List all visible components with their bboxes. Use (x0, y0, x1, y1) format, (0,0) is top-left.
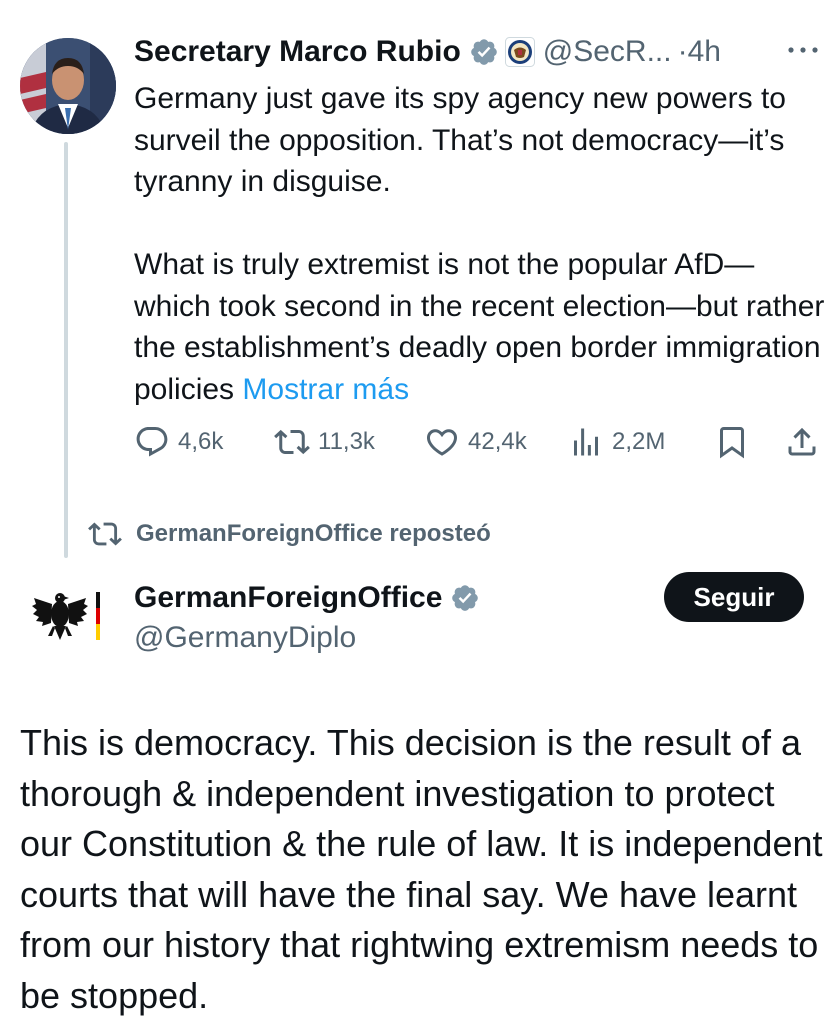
tweet-header: Secretary Marco Rubio @SecR... · 4h (134, 32, 721, 72)
repost-icon (274, 429, 310, 455)
avatar-photo (20, 38, 116, 134)
tweet-timestamp[interactable]: 4h (688, 35, 721, 69)
author-name[interactable]: Secretary Marco Rubio (134, 35, 461, 69)
tweet-paragraph-2-text: What is truly extremist is not the popul… (134, 248, 825, 406)
follow-button[interactable]: Seguir (664, 572, 804, 622)
tweet-paragraph-2: What is truly extremist is not the popul… (134, 244, 828, 410)
share-icon (788, 427, 816, 456)
reply-body: This is democracy. This decision is the … (20, 722, 823, 1016)
tweet-action-bar: 4,6k 11,3k 42,4k 2,2M (134, 422, 824, 462)
reply-button[interactable]: 4,6k (134, 422, 223, 462)
heart-icon (426, 429, 458, 456)
author-avatar[interactable] (20, 38, 116, 134)
tweet-body: Germany just gave its spy agency new pow… (134, 78, 828, 410)
reply-author-row: GermanForeignOffice (134, 578, 480, 618)
verified-badge-icon[interactable] (450, 583, 480, 613)
repost-banner-text: GermanForeignOffice reposteó (136, 520, 491, 547)
separator-dot: · (677, 35, 688, 68)
like-count: 42,4k (468, 428, 527, 455)
repost-button[interactable]: 11,3k (274, 422, 375, 462)
views-button[interactable]: 2,2M (568, 422, 665, 462)
verified-badge-icon[interactable] (469, 37, 499, 67)
views-icon (574, 428, 598, 456)
federal-eagle-logo-icon[interactable] (30, 590, 104, 646)
repost-count: 11,3k (318, 428, 375, 455)
reply-author-name[interactable]: GermanForeignOffice (134, 581, 442, 615)
show-more-link[interactable]: Mostrar más (242, 373, 409, 406)
share-button[interactable] (784, 422, 828, 462)
tweet-paragraph-1: Germany just gave its spy agency new pow… (134, 82, 786, 198)
repost-banner[interactable]: GermanForeignOffice reposteó (88, 514, 491, 554)
reply-count: 4,6k (178, 428, 224, 455)
more-horizontal-icon[interactable] (786, 40, 820, 60)
repost-icon (88, 522, 122, 546)
bookmark-icon (720, 427, 744, 459)
bookmark-button[interactable] (714, 422, 758, 462)
state-department-seal-icon (504, 37, 535, 67)
author-handle[interactable]: @SecR... (543, 35, 672, 69)
thread-connector-line (64, 142, 68, 558)
like-button[interactable]: 42,4k (424, 422, 527, 462)
views-count: 2,2M (612, 428, 666, 455)
reply-author-handle[interactable]: @GermanyDiplo (134, 618, 356, 658)
reply-icon (136, 427, 168, 457)
